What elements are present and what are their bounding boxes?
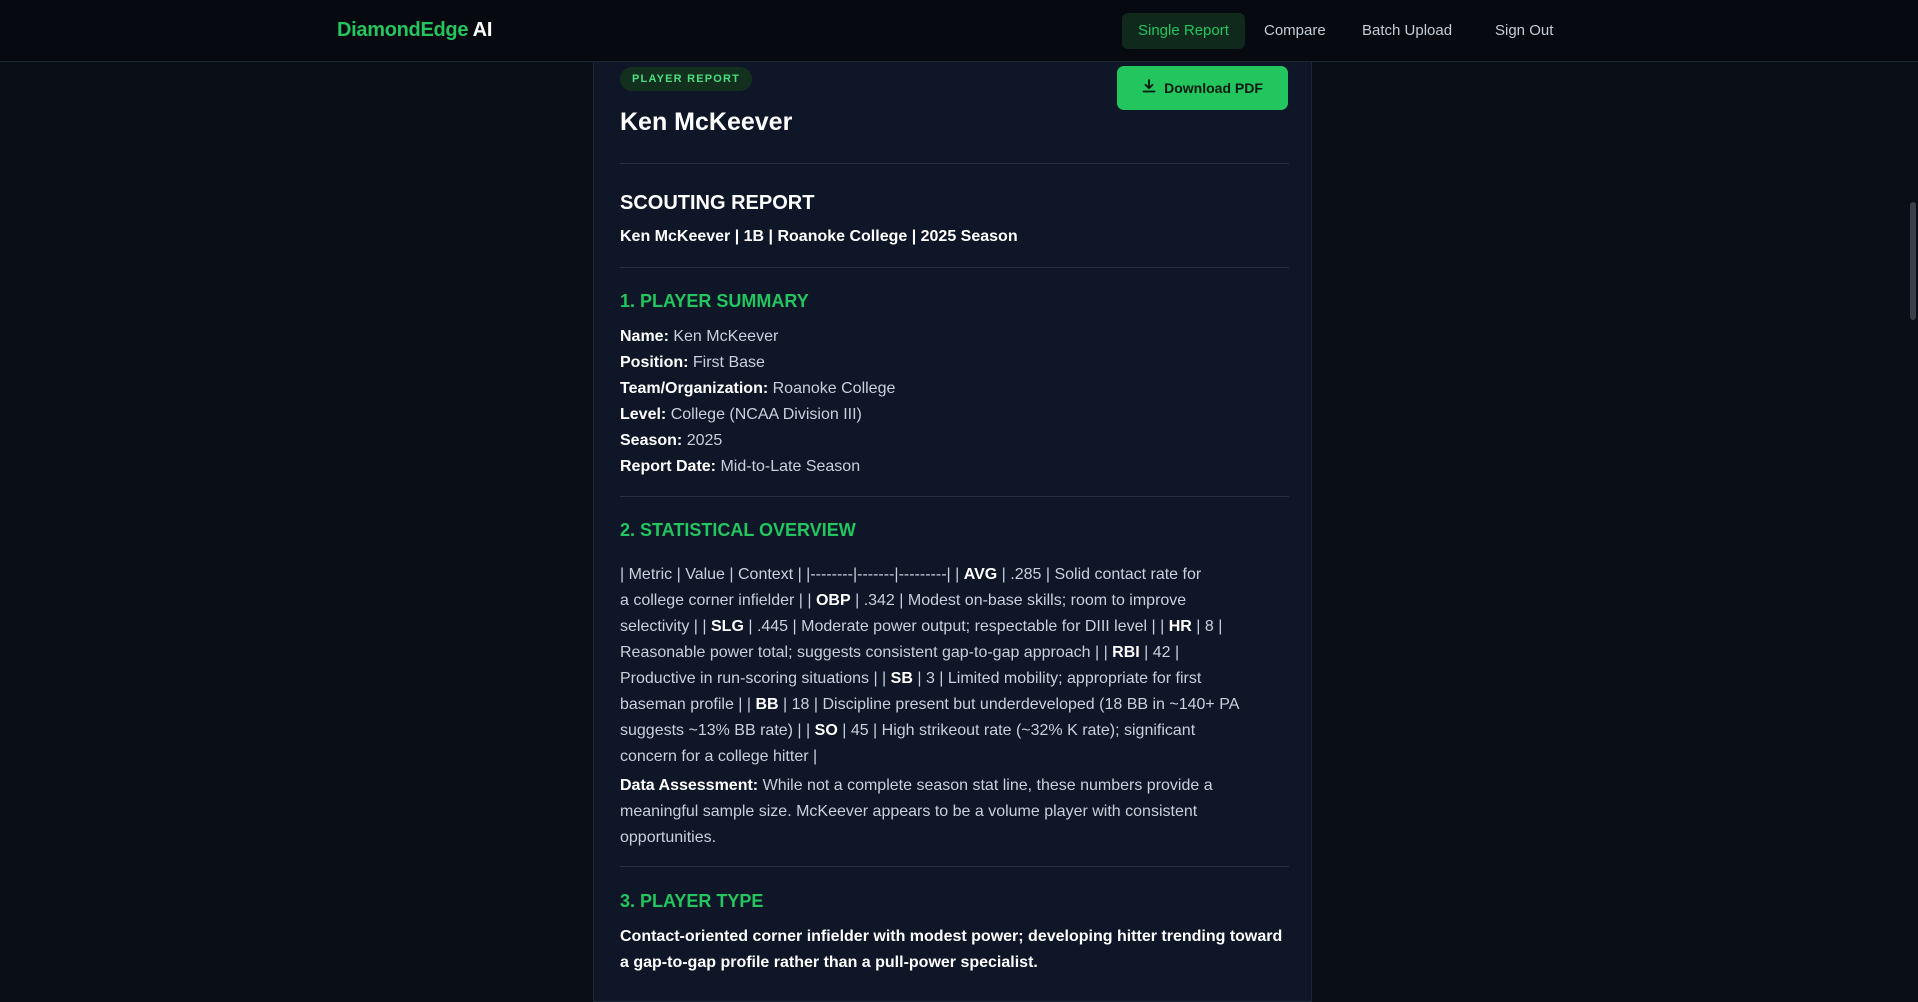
stat-text: a college corner infielder | |	[620, 592, 816, 609]
report-card: PLAYER REPORT Download PDF Ken McKeever …	[593, 62, 1312, 1002]
summary-team: Team/Organization: Roanoke College	[620, 380, 896, 397]
divider	[620, 496, 1289, 497]
stat-text: Reasonable power total; suggests consist…	[620, 644, 1113, 661]
stat-metric-label: BB	[755, 696, 779, 713]
stat-text: suggests ~13% BB rate) | |	[620, 722, 815, 739]
report-type-badge: PLAYER REPORT	[620, 67, 753, 91]
summary-season: Season: 2025	[620, 432, 723, 449]
scrollbar-thumb[interactable]	[1910, 202, 1916, 320]
stat-text: | .445 | Moderate power output; respecta…	[743, 618, 1169, 635]
stats-line: Productive in run-scoring situations | |…	[620, 666, 1201, 692]
stat-text: | 8 |	[1191, 618, 1223, 635]
player-type-text: Contact-oriented corner infielder with m…	[620, 928, 1283, 971]
nav-batch-upload[interactable]: Batch Upload	[1346, 13, 1468, 49]
stat-metric-label: HR	[1168, 618, 1192, 635]
stat-text: | .342 | Modest on-base skills; room to …	[850, 592, 1187, 609]
stat-metric-label: SO	[814, 722, 838, 739]
stat-text: | 45 | High strikeout rate (~32% K rate)…	[837, 722, 1196, 739]
section-title-stats: 2. STATISTICAL OVERVIEW	[620, 520, 856, 540]
section-title-summary: 1. PLAYER SUMMARY	[620, 291, 809, 311]
stat-metric-label: OBP	[815, 592, 851, 609]
stat-metric-label: SB	[890, 670, 913, 687]
stats-line: | Metric | Value | Context | |--------|-…	[620, 562, 1201, 588]
stat-metric-label: RBI	[1112, 644, 1140, 661]
stats-line: concern for a college hitter |	[620, 744, 817, 770]
report-heading: SCOUTING REPORT	[620, 192, 815, 214]
divider	[620, 163, 1289, 164]
stats-line: Reasonable power total; suggests consist…	[620, 640, 1179, 666]
player-name-title: Ken McKeever	[620, 108, 793, 136]
stats-line: suggests ~13% BB rate) | | SO | 45 | Hig…	[620, 718, 1195, 744]
section-title-player-type: 3. PLAYER TYPE	[620, 891, 764, 911]
summary-name: Name: Ken McKeever	[620, 328, 779, 345]
brand-suffix: AI	[472, 19, 493, 41]
stat-text: | 18 | Discipline present but underdevel…	[778, 696, 1240, 713]
nav-compare[interactable]: Compare	[1248, 13, 1342, 49]
stat-text: selectivity | |	[620, 618, 711, 635]
stats-line: baseman profile | | BB | 18 | Discipline…	[620, 692, 1239, 718]
summary-position: Position: First Base	[620, 354, 765, 371]
data-assessment: Data Assessment: While not a complete se…	[620, 777, 1213, 846]
stat-text: Productive in run-scoring situations | |	[620, 670, 891, 687]
stat-metric-label: AVG	[963, 566, 998, 583]
stat-text: | 42 |	[1139, 644, 1180, 661]
download-pdf-label: Download PDF	[1164, 80, 1263, 96]
divider	[620, 267, 1289, 268]
stat-text: concern for a college hitter |	[620, 748, 818, 765]
summary-report-date: Report Date: Mid-to-Late Season	[620, 458, 861, 475]
brand-logo[interactable]: DiamondEdge AI	[337, 19, 492, 42]
stats-line: selectivity | | SLG | .445 | Moderate po…	[620, 614, 1222, 640]
nav-sign-out[interactable]: Sign Out	[1479, 13, 1569, 49]
stats-line: a college corner infielder | | OBP | .34…	[620, 588, 1186, 614]
stat-text: | .285 | Solid contact rate for	[997, 566, 1202, 583]
page-scrollbar[interactable]	[1908, 62, 1918, 992]
stat-text: | 3 | Limited mobility; appropriate for …	[912, 670, 1202, 687]
download-icon	[1142, 66, 1156, 110]
stat-metric-label: SLG	[711, 618, 744, 635]
nav-single-report[interactable]: Single Report	[1122, 13, 1245, 49]
stat-text: baseman profile | |	[620, 696, 756, 713]
download-pdf-button[interactable]: Download PDF	[1117, 66, 1288, 110]
brand-name: DiamondEdge	[337, 19, 469, 41]
stat-text: | Metric | Value | Context | |--------|-…	[620, 566, 964, 583]
top-navbar: DiamondEdge AI Single Report Compare Bat…	[0, 0, 1918, 62]
divider	[620, 866, 1289, 867]
summary-level: Level: College (NCAA Division III)	[620, 406, 862, 423]
report-subline: Ken McKeever | 1B | Roanoke College | 20…	[620, 228, 1018, 245]
